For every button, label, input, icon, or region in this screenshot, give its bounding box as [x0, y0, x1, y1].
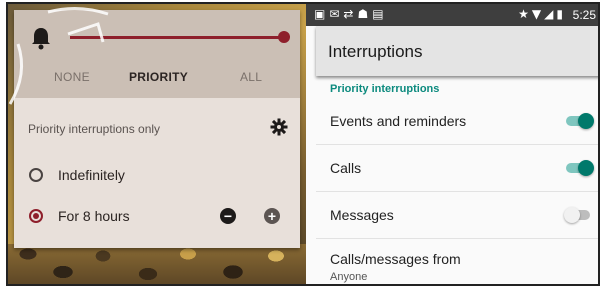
increase-duration-button[interactable]: +	[264, 208, 280, 224]
toggle-thumb[interactable]	[578, 113, 594, 129]
status-time: 5:25	[572, 8, 596, 22]
wallpaper-background	[8, 244, 306, 284]
toggle-track[interactable]	[566, 160, 594, 176]
mode-tab-priority[interactable]: PRIORITY	[129, 70, 188, 84]
interruptions-card: NONE PRIORITY ALL Priority interruptions…	[14, 10, 300, 248]
system-status-icons: ★▼◢▮	[518, 7, 566, 21]
screenshot-frame: NONE PRIORITY ALL Priority interruptions…	[6, 2, 600, 286]
row-calls-messages-from[interactable]: Calls/messages from Anyone	[316, 239, 598, 284]
toggle-thumb[interactable]	[564, 207, 580, 223]
status-bar: ▣✉⇄☗▤ ★▼◢▮ 5:25	[306, 4, 598, 26]
gear-icon[interactable]	[270, 118, 288, 136]
option-indefinitely-label[interactable]: Indefinitely	[58, 167, 125, 183]
notification-icons: ▣✉⇄☗▤	[314, 7, 388, 21]
row-label: Calls/messages from	[330, 251, 461, 267]
row-sublabel: Anyone	[330, 271, 368, 283]
interruptions-settings-screen: ▣✉⇄☗▤ ★▼◢▮ 5:25 Interruptions Priority i…	[306, 4, 598, 284]
toggle-track[interactable]	[564, 207, 590, 223]
row-calls[interactable]: Calls	[316, 145, 598, 192]
mode-tab-all[interactable]: ALL	[240, 70, 262, 84]
row-label: Calls	[330, 160, 362, 176]
row-messages[interactable]: Messages	[316, 192, 598, 239]
app-bar: Interruptions	[316, 26, 598, 76]
toggle-thumb[interactable]	[578, 160, 594, 176]
page-title: Interruptions	[328, 42, 423, 61]
section-header: Priority interruptions	[330, 83, 440, 95]
volume-header: NONE PRIORITY ALL	[14, 10, 300, 98]
bell-icon[interactable]	[30, 26, 52, 50]
mode-tab-none[interactable]: NONE	[54, 70, 90, 84]
radio-for-8-hours[interactable]	[29, 209, 43, 223]
decrease-duration-button[interactable]: −	[220, 208, 236, 224]
volume-slider-thumb[interactable]	[278, 31, 290, 43]
row-events-and-reminders[interactable]: Events and reminders	[316, 98, 598, 145]
volume-slider-track[interactable]	[70, 36, 282, 39]
toggle-track[interactable]	[566, 113, 594, 129]
radio-indefinitely[interactable]	[29, 168, 43, 182]
row-label: Events and reminders	[330, 113, 467, 129]
option-for-8-hours-label[interactable]: For 8 hours	[58, 208, 130, 224]
row-label: Messages	[330, 207, 394, 223]
quick-settings-panel: NONE PRIORITY ALL Priority interruptions…	[8, 4, 306, 284]
priority-row-label: Priority interruptions only	[28, 122, 161, 136]
